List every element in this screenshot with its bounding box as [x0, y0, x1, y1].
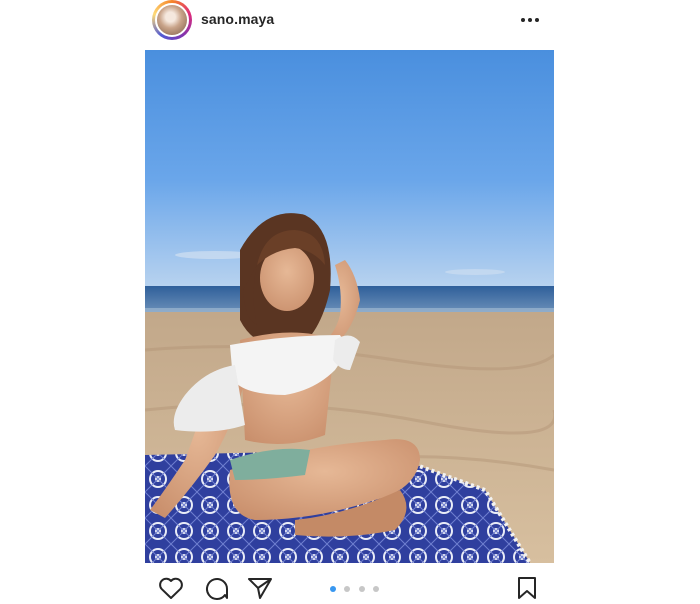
beach-photo-illustration: [145, 50, 554, 563]
share-icon[interactable]: [247, 576, 273, 600]
story-ring[interactable]: [152, 0, 192, 40]
carousel-dot: [358, 586, 365, 592]
post-header: sano.maya: [150, 0, 555, 42]
instagram-post: sano.maya: [0, 0, 700, 600]
carousel-dot: [373, 586, 380, 592]
username[interactable]: sano.maya: [201, 11, 274, 27]
carousel-indicator: [330, 586, 383, 592]
carousel-dot: [344, 586, 351, 592]
heart-icon[interactable]: [158, 576, 184, 600]
bookmark-icon[interactable]: [516, 576, 538, 600]
action-bar: [145, 570, 554, 600]
post-photo[interactable]: [145, 50, 554, 563]
more-options-icon[interactable]: [520, 17, 540, 23]
comment-icon[interactable]: [203, 576, 229, 600]
avatar[interactable]: [155, 3, 189, 37]
carousel-dot-active: [330, 586, 336, 592]
